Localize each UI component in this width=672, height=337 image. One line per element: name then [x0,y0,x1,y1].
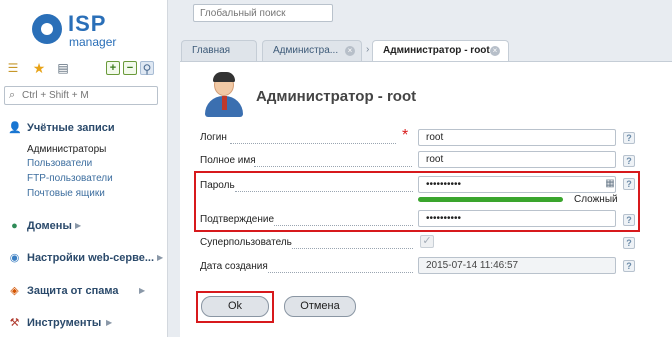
collapse-all-icon[interactable]: − [123,61,137,75]
tab-label: Администратор - root [383,45,490,56]
superuser-checkbox[interactable]: ✓ [420,235,434,248]
sidebar-search[interactable]: ⌕ [4,86,158,105]
created-date-label: Дата создания [200,261,268,272]
full-name-field[interactable] [418,151,616,168]
chevron-right-icon: ▶ [157,253,164,262]
tab-label: Главная [192,45,231,56]
password-strength-bar [418,197,563,202]
chevron-right-icon: ▶ [106,318,113,327]
cancel-button[interactable]: Отмена [284,296,356,317]
sidebar: ISP manager ☰ ★ ▤ + − ⚲ ⌕ 👤 Учётные запи… [0,0,168,337]
confirm-password-field[interactable] [418,210,616,227]
section-label: Защита от спама [27,285,119,297]
tools-icon: ⚒ [9,317,20,329]
expand-all-icon[interactable]: + [106,61,120,75]
section-label: Домены [27,220,72,232]
section-label: Настройки web-серве... [27,252,155,264]
tab-administrator-root[interactable]: Администратор - root × [372,40,509,62]
web-settings-icon: ◉ [9,252,20,264]
tab-administrators[interactable]: Администра... × [262,40,362,61]
clipboard-icon[interactable]: ▤ [56,61,70,75]
sidebar-search-input[interactable] [22,89,154,102]
logo-gear-icon [32,14,62,44]
ispmanager-logo[interactable]: ISP manager [20,10,140,50]
superuser-label: Суперпользователь [200,237,292,248]
search-icon: ⌕ [9,89,16,101]
section-label: Учётные записи [27,122,115,134]
tree-view-icon[interactable]: ☰ [6,61,20,75]
help-icon[interactable]: ? [623,260,635,272]
section-label: Инструменты [27,317,102,329]
shield-icon: ◈ [10,285,19,297]
close-tab-icon[interactable]: × [345,46,355,56]
logo-brand-bottom: manager [69,35,117,49]
tab-home[interactable]: Главная [181,40,257,61]
chevron-right-icon: ▶ [139,286,146,295]
sidebar-toolbar: ☰ ★ ▤ + − ⚲ [6,61,162,79]
tab-label: Администра... [273,45,339,56]
sidebar-item-mailboxes[interactable]: Почтовые ящики [27,188,105,199]
password-field[interactable] [418,176,616,193]
generate-password-icon[interactable]: ▦ [604,178,616,190]
sidebar-item-ftp-users[interactable]: FTP-пользователи [27,173,113,184]
ok-button[interactable]: Ok [201,296,269,317]
breadcrumb-separator-icon: › [366,44,370,55]
chevron-right-icon: ▶ [75,221,82,230]
logo-brand-top: ISP [68,11,107,36]
sidebar-item-users[interactable]: Пользователи [27,158,92,169]
globe-icon: ● [11,220,18,232]
user-avatar-icon [203,72,245,118]
help-icon[interactable]: ? [623,132,635,144]
help-icon[interactable]: ? [623,214,635,226]
password-strength-label: Сложный [574,194,618,205]
required-star-icon: * [402,127,409,144]
help-icon[interactable]: ? [623,178,635,190]
main-panel: Администратор - root Логин * ? Полное им… [180,61,672,337]
help-icon[interactable]: ? [623,237,635,249]
login-label: Логин [200,132,227,143]
form-title: Администратор - root [256,88,417,105]
help-icon[interactable]: ? [623,155,635,167]
confirm-label: Подтверждение [200,214,275,225]
created-date-field [418,257,616,274]
favorites-star-icon[interactable]: ★ [32,61,46,75]
sidebar-item-administrators[interactable]: Администраторы [27,144,106,155]
password-label: Пароль [200,180,235,191]
pin-icon[interactable]: ⚲ [140,61,154,76]
global-search-input[interactable] [193,4,333,22]
login-field[interactable] [418,129,616,146]
full-name-label: Полное имя [200,155,256,166]
users-icon: 👤 [8,122,22,134]
close-tab-icon[interactable]: × [490,46,500,56]
